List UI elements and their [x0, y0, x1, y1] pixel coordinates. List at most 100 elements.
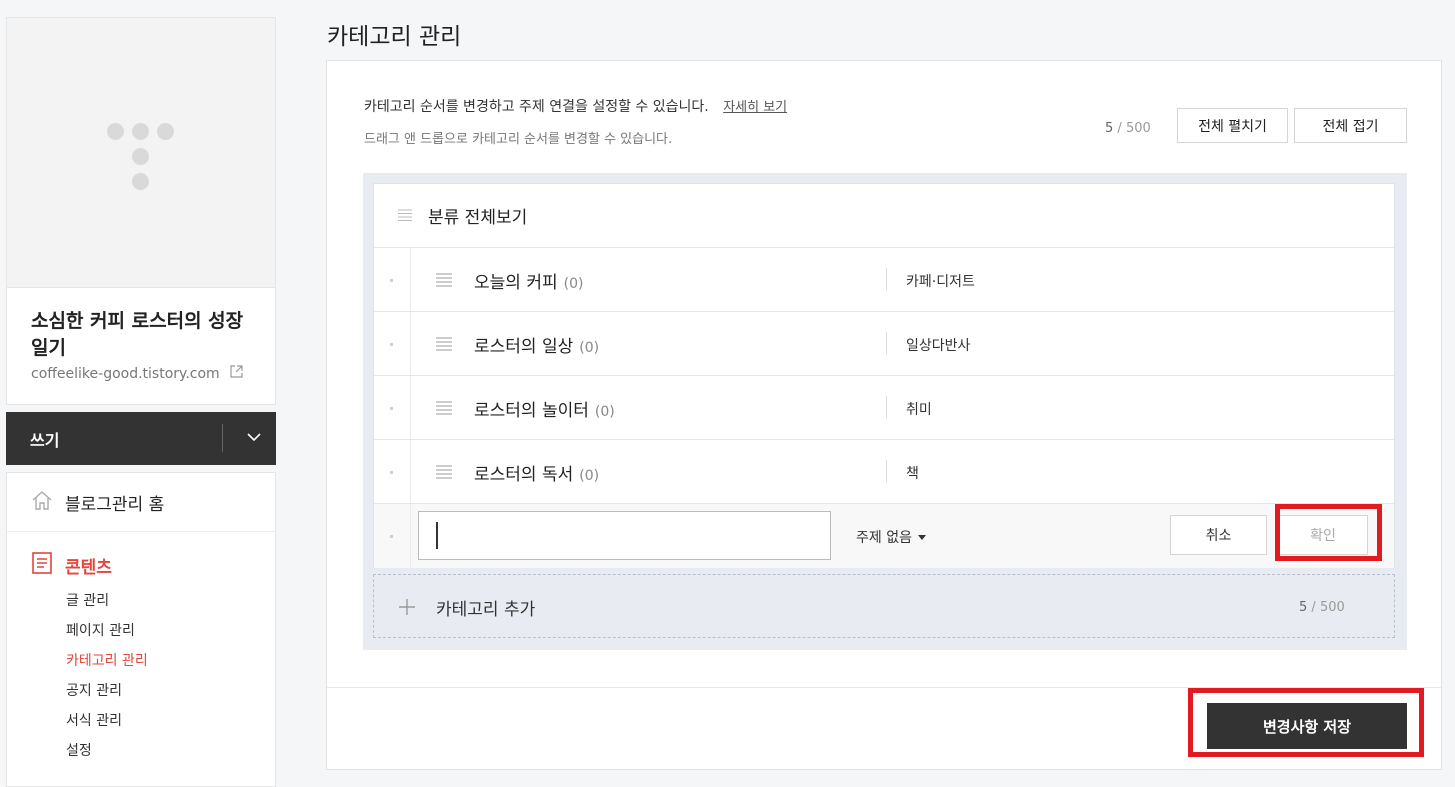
- cancel-button[interactable]: 취소: [1170, 515, 1267, 555]
- blog-profile-image: [7, 18, 275, 288]
- category-name-text[interactable]: 오늘의 커피: [474, 273, 558, 293]
- row-dot-icon: [390, 471, 393, 474]
- collapse-all-button[interactable]: 전체 접기: [1294, 108, 1407, 143]
- text-cursor: [436, 522, 438, 549]
- category-topic[interactable]: 카페·디저트: [906, 271, 975, 291]
- category-post-count: (0): [594, 404, 615, 420]
- row-dot-icon: [390, 407, 393, 410]
- category-divider: [886, 460, 887, 482]
- topic-select-label[interactable]: 주제 없음: [856, 527, 912, 547]
- category-divider: [886, 396, 887, 418]
- submenu-item-templates[interactable]: 서식 관리: [66, 706, 148, 736]
- tistory-logo-icon: [107, 123, 124, 140]
- drag-handle-icon[interactable]: [436, 464, 452, 483]
- category-row[interactable]: 로스터의 놀이터 (0) 취미: [374, 376, 1394, 440]
- add-count-separator: /: [1307, 600, 1320, 615]
- row-gutter: [374, 504, 411, 568]
- category-root-label: 분류 전체보기: [428, 208, 528, 228]
- category-root-row[interactable]: 분류 전체보기: [374, 184, 1394, 248]
- sidebar-item-home[interactable]: 블로그관리 홈: [7, 473, 275, 532]
- add-category-count: 5 / 500: [1299, 600, 1345, 615]
- sidebar-item-home-label[interactable]: 블로그관리 홈: [65, 490, 164, 515]
- category-row[interactable]: 로스터의 독서 (0) 책: [374, 440, 1394, 504]
- home-icon: [31, 489, 53, 515]
- write-divider: [222, 424, 223, 452]
- category-tree: 분류 전체보기 오늘의 커피 (0) 카페·디저트 로스터의 일상 (0) 일상다반…: [373, 183, 1395, 568]
- row-gutter: [374, 312, 411, 375]
- category-tree-area: 분류 전체보기 오늘의 커피 (0) 카페·디저트 로스터의 일상 (0) 일상다반…: [363, 173, 1407, 650]
- detail-link[interactable]: 자세히 보기: [723, 100, 787, 115]
- category-name[interactable]: 오늘의 커피 (0): [474, 268, 583, 293]
- submenu-item-categories[interactable]: 카테고리 관리: [66, 646, 148, 676]
- category-post-count: (0): [579, 468, 600, 484]
- document-icon: [31, 551, 53, 579]
- submenu-list: 글 관리 페이지 관리 카테고리 관리 공지 관리 서식 관리 설정: [66, 586, 148, 766]
- category-count-current: 5: [1105, 121, 1114, 136]
- blog-url-text[interactable]: coffeelike-good.tistory.com: [31, 366, 220, 382]
- tistory-logo-icon: [132, 148, 149, 165]
- plus-icon[interactable]: [398, 598, 416, 619]
- topic-select[interactable]: 주제 없음: [856, 527, 926, 547]
- save-changes-button[interactable]: 변경사항 저장: [1207, 703, 1407, 749]
- blog-url-link[interactable]: coffeelike-good.tistory.com: [31, 365, 243, 382]
- tistory-logo-icon: [132, 123, 149, 140]
- category-name[interactable]: 로스터의 놀이터 (0): [474, 396, 615, 421]
- caret-down-icon[interactable]: [917, 534, 926, 540]
- sidebar-section-contents[interactable]: 콘텐츠: [31, 551, 112, 579]
- category-name-text[interactable]: 로스터의 일상: [474, 337, 573, 357]
- category-name[interactable]: 로스터의 독서 (0): [474, 460, 599, 485]
- category-post-count: (0): [563, 276, 584, 292]
- submenu-item-settings[interactable]: 설정: [66, 736, 148, 766]
- blog-profile-card: 소심한 커피 로스터의 성장 일기 coffeelike-good.tistor…: [6, 17, 276, 405]
- category-divider: [886, 332, 887, 354]
- drag-handle-icon[interactable]: [398, 206, 412, 225]
- category-divider: [886, 268, 887, 290]
- category-row[interactable]: 오늘의 커피 (0) 카페·디저트: [374, 248, 1394, 312]
- description-text: 카테고리 순서를 변경하고 주제 연결을 설정할 수 있습니다.: [364, 99, 709, 115]
- add-category-row[interactable]: 카테고리 추가 5 / 500: [373, 574, 1395, 638]
- tistory-logo-icon: [157, 123, 174, 140]
- sidebar-menu: 블로그관리 홈 콘텐츠 글 관리 페이지 관리 카테고리 관리 공지 관리 서식…: [6, 472, 276, 787]
- footer-divider: [327, 687, 1441, 688]
- expand-all-button[interactable]: 전체 펼치기: [1177, 108, 1288, 143]
- drag-handle-icon[interactable]: [436, 272, 452, 291]
- category-panel: 카테고리 순서를 변경하고 주제 연결을 설정할 수 있습니다. 자세히 보기 …: [326, 60, 1442, 770]
- category-topic[interactable]: 일상다반사: [906, 335, 970, 355]
- blog-title: 소심한 커피 로스터의 성장 일기: [31, 310, 244, 359]
- description: 카테고리 순서를 변경하고 주제 연결을 설정할 수 있습니다. 자세히 보기: [364, 96, 787, 116]
- category-edit-row: 주제 없음 취소 확인: [374, 504, 1394, 568]
- sidebar-section-label[interactable]: 콘텐츠: [65, 553, 112, 578]
- confirm-button[interactable]: 확인: [1278, 515, 1368, 555]
- row-dot-icon: [390, 343, 393, 346]
- write-button[interactable]: 쓰기: [30, 427, 59, 451]
- write-menu-bar: 쓰기: [6, 412, 276, 465]
- add-category-label[interactable]: 카테고리 추가: [436, 595, 535, 620]
- category-name[interactable]: 로스터의 일상 (0): [474, 332, 599, 357]
- submenu-item-notices[interactable]: 공지 관리: [66, 676, 148, 706]
- page-title: 카테고리 관리: [327, 24, 462, 50]
- submenu-item-posts[interactable]: 글 관리: [66, 586, 148, 616]
- category-name-text[interactable]: 로스터의 놀이터: [474, 401, 589, 421]
- category-post-count: (0): [579, 340, 600, 356]
- category-topic[interactable]: 책: [906, 463, 919, 483]
- add-count-max: 500: [1319, 600, 1345, 615]
- row-gutter: [374, 376, 411, 439]
- category-count-max: 500: [1125, 121, 1151, 136]
- category-name-input[interactable]: [418, 511, 831, 560]
- tistory-logo-icon: [132, 173, 149, 190]
- category-name-text[interactable]: 로스터의 독서: [474, 465, 573, 485]
- category-row[interactable]: 로스터의 일상 (0) 일상다반사: [374, 312, 1394, 376]
- row-gutter: [374, 440, 411, 503]
- category-count: 5 / 500: [1105, 121, 1151, 136]
- row-dot-icon: [390, 535, 393, 538]
- row-gutter: [374, 248, 411, 311]
- external-link-icon[interactable]: [230, 365, 243, 382]
- category-count-separator: /: [1117, 121, 1126, 136]
- submenu-item-pages[interactable]: 페이지 관리: [66, 616, 148, 646]
- row-dot-icon: [390, 279, 393, 282]
- category-topic[interactable]: 취미: [906, 399, 932, 419]
- drag-handle-icon[interactable]: [436, 336, 452, 355]
- drag-handle-icon[interactable]: [436, 400, 452, 419]
- drag-hint: 드래그 앤 드롭으로 카테고리 순서를 변경할 수 있습니다.: [364, 132, 673, 147]
- chevron-down-icon[interactable]: [243, 426, 265, 448]
